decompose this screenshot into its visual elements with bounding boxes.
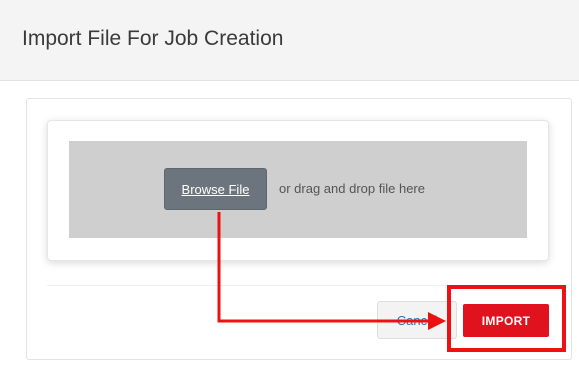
cancel-button[interactable]: Cancel bbox=[377, 301, 457, 339]
footer-divider bbox=[47, 285, 547, 286]
import-dialog: Import File For Job Creation Browse File… bbox=[0, 0, 579, 375]
drop-hint-text: or drag and drop file here bbox=[279, 181, 425, 196]
browse-file-button[interactable]: Browse File bbox=[164, 168, 267, 210]
page-title: Import File For Job Creation bbox=[22, 27, 284, 50]
dialog-header: Import File For Job Creation bbox=[0, 0, 579, 81]
import-button[interactable]: IMPORT bbox=[463, 304, 549, 337]
